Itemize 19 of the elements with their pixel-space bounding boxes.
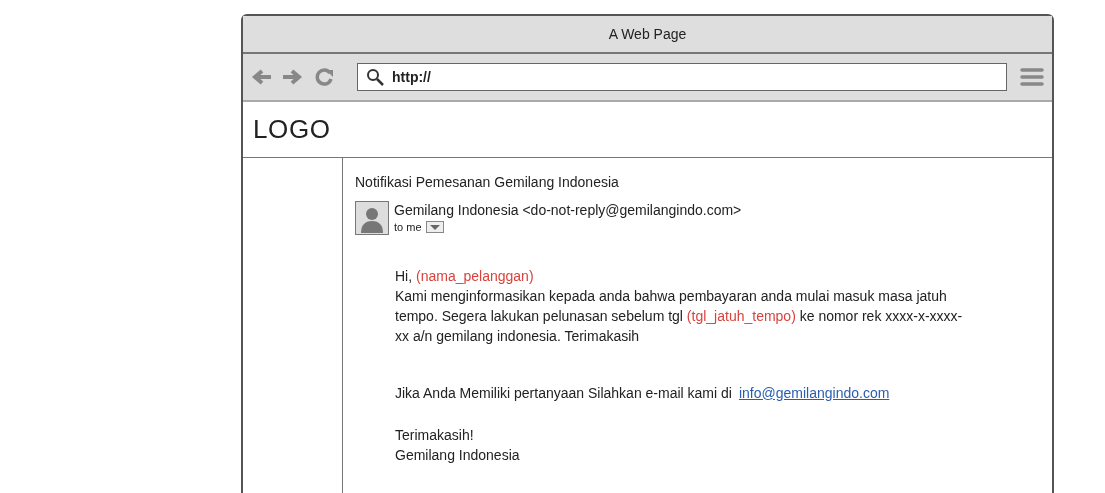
signature-text: Gemilang Indonesia — [395, 445, 521, 465]
recipient-text: to me — [394, 220, 422, 235]
closing-text: Terimakasih! — [395, 425, 475, 445]
sender-text: Gemilang Indonesia <do-not-reply@gemilangindo.com> — [394, 201, 742, 219]
window-title: A Web Page — [608, 24, 687, 44]
avatar-icon — [355, 201, 389, 235]
contact-text: Jika Anda Memiliki pertanyaan Silahkan e-mail kami di — [395, 383, 732, 403]
logo-text: LOGO — [253, 113, 331, 146]
back-arrow-icon[interactable] — [251, 68, 273, 86]
search-icon — [366, 68, 384, 86]
forward-arrow-icon[interactable] — [281, 68, 303, 86]
dropdown-icon[interactable] — [425, 221, 444, 234]
email-link[interactable]: info@gemilangindo.com — [738, 382, 890, 403]
address-field[interactable]: http:// — [357, 63, 1007, 91]
reload-icon[interactable] — [315, 67, 335, 87]
greeting-text: Hi, (nama_pelanggan) — [395, 266, 535, 286]
email-subject: Notifikasi Pemesanan Gemilang Indonesia — [355, 173, 620, 192]
menu-icon[interactable] — [1020, 67, 1044, 87]
message-text: Kami menginformasikan kepada anda bahwa pembayaran anda mulai masuk masa jatuh tempo. Segera lakukan pelunasan sebelum tgl (tgl_jatuh_tempo) ke nomor rek xxxx-x-xxxx-xx a/n gemilang indonesia. Terimakasih — [395, 286, 964, 346]
